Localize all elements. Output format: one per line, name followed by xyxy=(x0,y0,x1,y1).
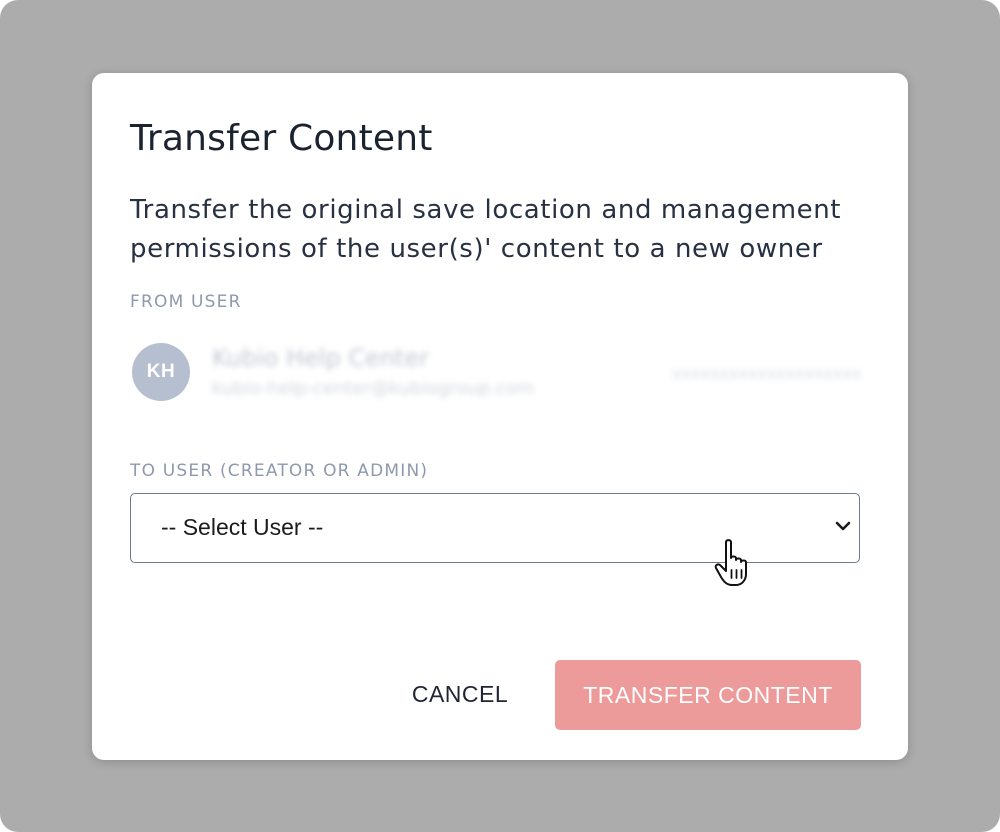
cancel-button[interactable]: CANCEL xyxy=(382,659,538,729)
to-user-select-value: -- Select User -- xyxy=(161,514,324,540)
to-user-label: TO USER (CREATOR OR ADMIN) xyxy=(130,461,429,481)
dialog-title: Transfer Content xyxy=(130,118,433,159)
from-user-name: Kubio Help Center xyxy=(212,344,430,372)
from-user-meta: xxxxxxxxxxxxxxxxxxxx xyxy=(672,364,862,383)
chevron-down-icon xyxy=(835,521,851,531)
from-user-label: FROM USER xyxy=(130,292,242,312)
transfer-content-button[interactable]: TRANSFER CONTENT xyxy=(555,660,861,730)
from-user-email: kubio-help-center@kubiogroup.com xyxy=(212,378,535,399)
transfer-content-dialog: Transfer Content Transfer the original s… xyxy=(92,73,908,760)
avatar: KH xyxy=(132,343,190,401)
dialog-description: Transfer the original save location and … xyxy=(130,195,842,264)
from-user-card: KH Kubio Help Center kubio-help-center@k… xyxy=(132,342,861,404)
hand-pointer-cursor-icon xyxy=(714,539,747,586)
